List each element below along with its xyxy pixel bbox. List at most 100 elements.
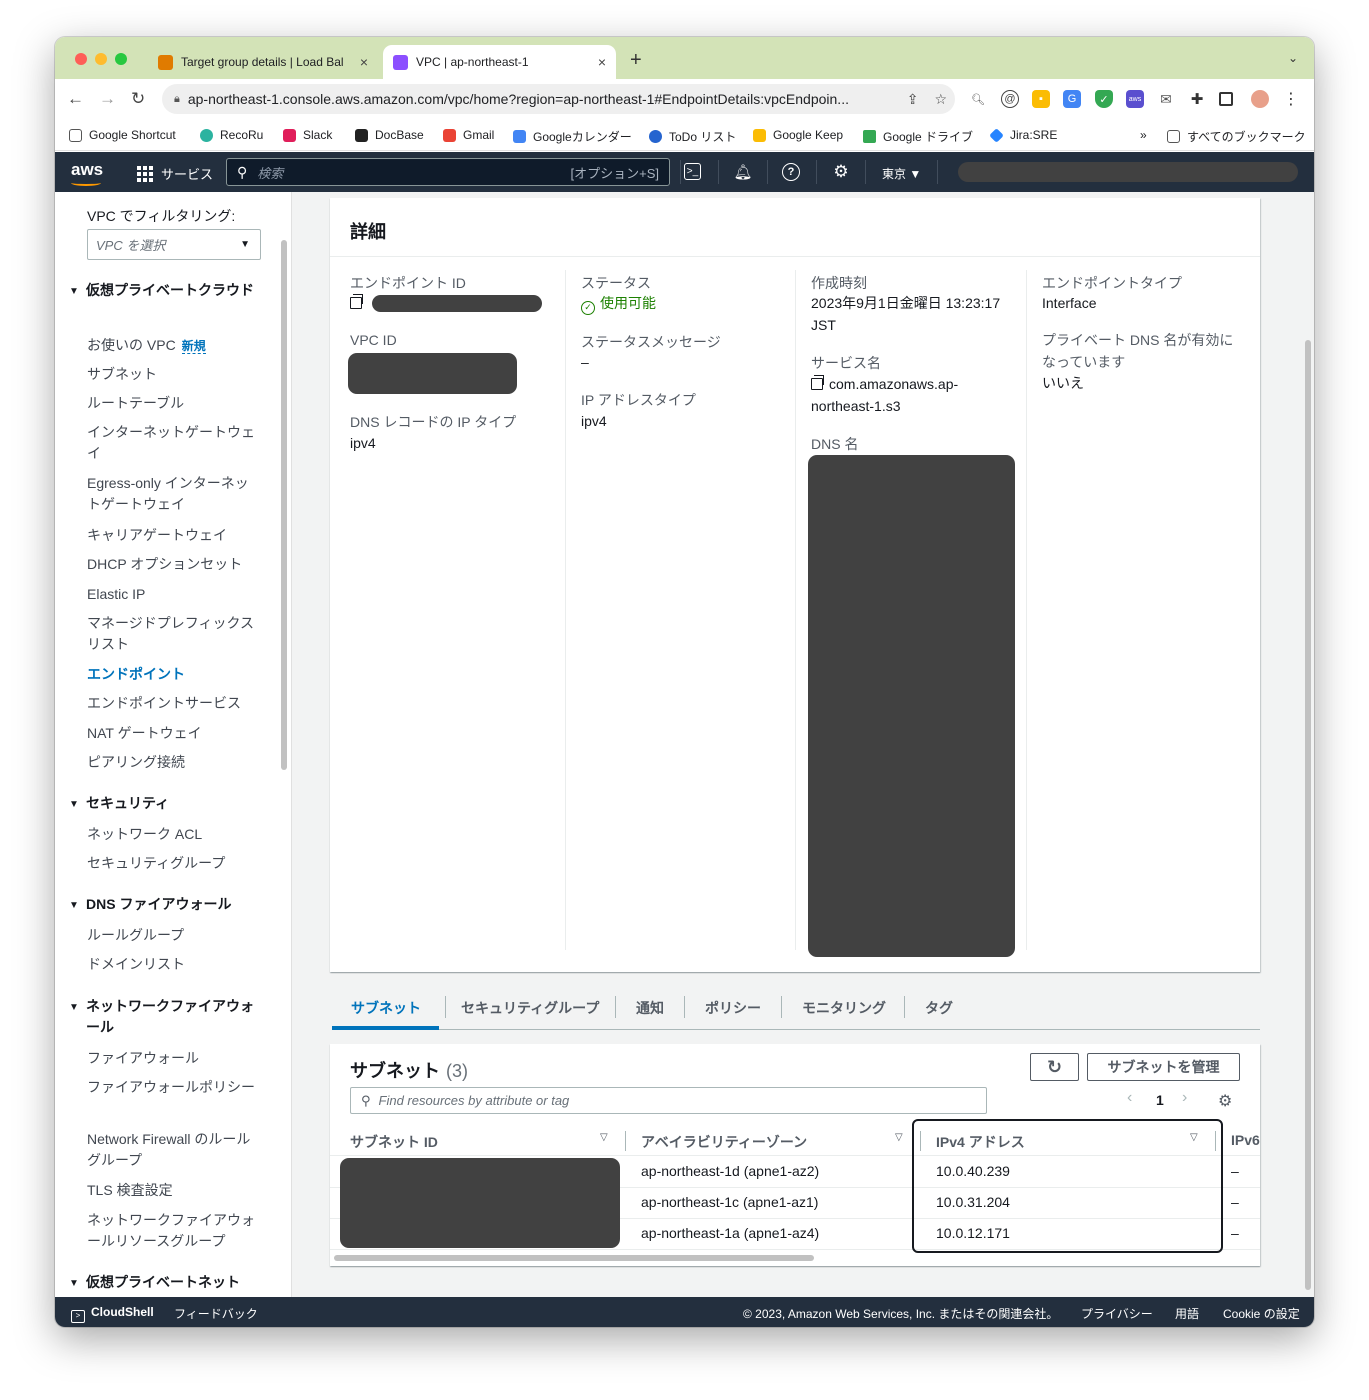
aws-search-input[interactable]: ⚲ 検索 [オプション+S]: [226, 158, 670, 186]
vpc-filter-select[interactable]: VPC を選択 ▼: [87, 229, 261, 260]
sidebar-item-domain-lists[interactable]: ドメインリスト: [87, 954, 257, 975]
bookmark-gmail[interactable]: Gmail: [443, 128, 494, 142]
sidebar-item-nat-gateways[interactable]: NAT ゲートウェイ: [87, 723, 257, 744]
tab-search-chevron-icon[interactable]: ⌄: [1288, 51, 1298, 65]
sidebar-section-vpn[interactable]: ▼ 仮想プライベートネット: [69, 1272, 259, 1294]
translate-extension-icon[interactable]: G: [1063, 90, 1081, 108]
back-arrow-icon[interactable]: ←: [67, 89, 84, 109]
sidebar-item-internet-gateways[interactable]: インターネットゲートウェイ: [87, 422, 257, 464]
sort-caret-icon[interactable]: ▽: [600, 1132, 608, 1143]
account-menu-redacted[interactable]: [958, 162, 1298, 182]
sidebar-item-route-tables[interactable]: ルートテーブル: [87, 393, 257, 414]
table-settings-gear-icon[interactable]: ⚙: [1218, 1091, 1232, 1111]
sidebar-section-network-firewall[interactable]: ▼ ネットワークファイアウォール: [69, 996, 259, 1038]
sidebar-item-managed-prefix-lists[interactable]: マネージドプレフィックスリスト: [87, 613, 257, 655]
table-horizontal-scrollbar[interactable]: [334, 1255, 814, 1261]
accessibility-extension-icon[interactable]: @: [1001, 90, 1019, 108]
main-scrollbar[interactable]: [1305, 340, 1311, 1290]
sidebar-item-peering[interactable]: ピアリング接続: [87, 752, 257, 773]
sidebar-item-elastic-ip[interactable]: Elastic IP: [87, 584, 257, 605]
bookmarks-overflow[interactable]: »: [1140, 128, 1147, 142]
sidebar-item-nfw-rule-groups[interactable]: Network Firewall のルールグループ: [87, 1129, 257, 1171]
bookmark-google-drive[interactable]: Google ドライブ: [863, 128, 973, 145]
tab-security-groups[interactable]: セキュリティグループ: [461, 998, 599, 1018]
keep-extension-icon[interactable]: ▪: [1032, 90, 1050, 108]
new-tab-button[interactable]: +: [630, 49, 642, 72]
copy-icon[interactable]: [350, 294, 363, 309]
all-bookmarks[interactable]: すべてのブックマーク: [1167, 128, 1306, 145]
bookmark-google-calendar[interactable]: Googleカレンダー: [513, 128, 632, 145]
column-header-ipv6[interactable]: IPv6: [1231, 1132, 1260, 1148]
sidebar-item-carrier-gateways[interactable]: キャリアゲートウェイ: [87, 525, 257, 546]
cookie-settings-link[interactable]: Cookie の設定: [1223, 1305, 1300, 1322]
sidebar-item-tls-inspection[interactable]: TLS 検査設定: [87, 1180, 257, 1201]
cloudshell-icon[interactable]: >_: [684, 163, 701, 180]
sidebar-item-security-groups[interactable]: セキュリティグループ: [87, 853, 257, 874]
reload-icon[interactable]: ↻: [131, 89, 145, 109]
sidebar-item-firewall-policies[interactable]: ファイアウォールポリシー: [87, 1077, 257, 1098]
sidebar-item-firewalls[interactable]: ファイアウォール: [87, 1048, 257, 1069]
mail-extension-icon[interactable]: ✉: [1157, 90, 1175, 108]
manage-subnets-button[interactable]: サブネットを管理: [1087, 1053, 1240, 1081]
sidebar-section-vpc[interactable]: ▼ 仮想プライベートクラウド: [69, 280, 259, 302]
column-header-subnet-id[interactable]: サブネット ID: [350, 1132, 438, 1152]
search-extension-icon[interactable]: 🔍︎: [969, 90, 987, 108]
next-page-chevron-icon[interactable]: ›: [1182, 1089, 1187, 1107]
aws-logo[interactable]: aws: [71, 160, 103, 186]
help-icon[interactable]: ?: [782, 163, 800, 181]
sidebar-item-subnets[interactable]: サブネット: [87, 364, 257, 385]
subnets-search-input[interactable]: ⚲ Find resources by attribute or tag: [350, 1087, 987, 1114]
copy-icon[interactable]: [811, 375, 824, 390]
extensions-puzzle-icon[interactable]: ✚: [1188, 90, 1206, 108]
tab-subnets[interactable]: サブネット: [351, 998, 421, 1018]
bookmark-docbase[interactable]: DocBase: [355, 128, 424, 142]
sidebar-item-your-vpcs[interactable]: お使いの VPC 新規: [87, 335, 257, 357]
column-header-availability-zone[interactable]: アベイラビリティーゾーン: [641, 1132, 807, 1152]
tab-tags[interactable]: タグ: [925, 998, 953, 1018]
bookmark-google-shortcut[interactable]: Google Shortcut: [69, 128, 176, 142]
more-menu-icon[interactable]: ⋮: [1282, 90, 1300, 108]
forward-arrow-icon[interactable]: →: [99, 89, 116, 109]
endpoint-id-copy[interactable]: [350, 294, 368, 313]
address-bar[interactable]: 🔒︎ ap-northeast-1.console.aws.amazon.com…: [162, 84, 955, 114]
close-tab-icon[interactable]: ×: [360, 54, 368, 70]
share-icon[interactable]: ⇪: [907, 91, 919, 108]
side-panel-icon[interactable]: [1219, 92, 1233, 106]
sidebar-item-network-acl[interactable]: ネットワーク ACL: [87, 824, 257, 845]
tab-monitoring[interactable]: モニタリング: [802, 998, 886, 1018]
bell-icon[interactable]: 🔔︎: [733, 162, 753, 182]
sidebar-scrollbar[interactable]: [281, 240, 287, 770]
sidebar-item-dhcp-options[interactable]: DHCP オプションセット: [87, 554, 257, 575]
sidebar-item-endpoint-services[interactable]: エンドポイントサービス: [87, 693, 257, 714]
sidebar-item-nfw-resource-groups[interactable]: ネットワークファイアウォールリソースグループ: [87, 1210, 257, 1252]
sidebar-section-security[interactable]: ▼ セキュリティ: [69, 793, 259, 815]
cloudshell-link[interactable]: > CloudShell: [71, 1305, 154, 1323]
close-tab-icon[interactable]: ×: [598, 54, 606, 70]
vpc-id-redacted[interactable]: [348, 353, 517, 394]
refresh-button[interactable]: ↻: [1030, 1053, 1079, 1081]
settings-gear-icon[interactable]: ⚙: [831, 162, 851, 182]
bookmark-todo[interactable]: ToDo リスト: [649, 128, 736, 145]
profile-avatar-icon[interactable]: [1251, 90, 1269, 108]
minimize-window-button[interactable]: [95, 53, 107, 65]
bookmark-jira[interactable]: Jira:SRE: [989, 127, 1057, 143]
sidebar-item-rule-groups[interactable]: ルールグループ: [87, 925, 257, 946]
tab-policy[interactable]: ポリシー: [705, 998, 761, 1018]
terms-link[interactable]: 用語: [1175, 1305, 1199, 1322]
region-selector[interactable]: 東京 ▼: [882, 165, 921, 182]
privacy-link[interactable]: プライバシー: [1081, 1305, 1153, 1322]
bookmark-slack[interactable]: Slack: [283, 128, 332, 142]
shield-extension-icon[interactable]: ✓: [1095, 90, 1113, 108]
feedback-link[interactable]: フィードバック: [174, 1305, 258, 1322]
current-page-number[interactable]: 1: [1156, 1092, 1164, 1108]
close-window-button[interactable]: [75, 53, 87, 65]
sidebar-item-endpoints[interactable]: エンドポイント: [87, 664, 257, 685]
bookmark-star-icon[interactable]: ☆: [934, 91, 947, 108]
sort-caret-icon[interactable]: ▽: [895, 1132, 903, 1143]
column-resizer[interactable]: [625, 1131, 626, 1151]
browser-tab-vpc[interactable]: VPC | ap-northeast-1 ×: [383, 45, 616, 79]
tab-notifications[interactable]: 通知: [636, 998, 664, 1018]
services-menu[interactable]: サービス: [137, 164, 213, 183]
bookmark-recoru[interactable]: RecoRu: [200, 128, 263, 142]
browser-tab-target-group[interactable]: Target group details | Load Bal ×: [148, 45, 378, 79]
